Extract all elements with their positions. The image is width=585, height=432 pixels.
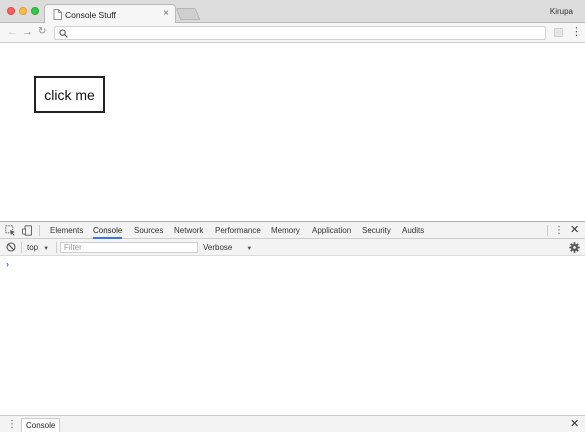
caret-down-icon: ▼: [43, 246, 50, 252]
devtools-panel: Elements Console Sources Network Perform…: [0, 221, 585, 432]
window-minimize-button[interactable]: [19, 7, 27, 15]
title-bar: Console Stuff × Kirupa: [0, 0, 585, 24]
tab-console[interactable]: Console: [93, 222, 123, 239]
tab-application[interactable]: Application: [312, 222, 351, 239]
address-bar[interactable]: [54, 26, 546, 40]
tab-security[interactable]: Security: [362, 222, 391, 239]
console-filter-input[interactable]: [60, 242, 198, 253]
tab-title: Console Stuff: [65, 10, 116, 20]
gear-icon[interactable]: [569, 242, 580, 253]
arrow-right-icon[interactable]: →: [22, 25, 33, 39]
console-prompt[interactable]: ›: [6, 259, 9, 269]
devtools-menu-icon[interactable]: ⋮: [554, 222, 564, 239]
tab-close-icon[interactable]: ×: [163, 8, 169, 19]
search-icon: [59, 29, 68, 38]
devtools-tab-bar: Elements Console Sources Network Perform…: [0, 222, 585, 239]
divider: [56, 242, 57, 253]
clear-console-icon[interactable]: [6, 242, 16, 252]
context-label: top: [27, 243, 39, 252]
console-toolbar: top ▼ Verbose ▼: [0, 239, 585, 256]
page-viewport: click me: [0, 43, 585, 221]
drawer-tab-console[interactable]: Console: [21, 418, 61, 432]
document-icon: [53, 9, 62, 20]
browser-tab[interactable]: Console Stuff ×: [44, 4, 176, 24]
console-output[interactable]: ›: [0, 256, 585, 415]
new-tab-button[interactable]: [175, 8, 201, 20]
device-toolbar-icon[interactable]: [22, 225, 33, 236]
click-me-button[interactable]: click me: [34, 76, 105, 113]
window-close-button[interactable]: [7, 7, 15, 15]
tab-network[interactable]: Network: [174, 222, 203, 239]
drawer-menu-icon[interactable]: ⋮: [7, 416, 17, 432]
vertical-dots-icon[interactable]: ⋮: [571, 25, 582, 39]
tab-memory[interactable]: Memory: [271, 222, 300, 239]
extension-icon[interactable]: [554, 28, 563, 37]
arrow-left-icon[interactable]: ←: [7, 25, 18, 39]
divider: [547, 225, 548, 236]
tab-elements[interactable]: Elements: [50, 222, 83, 239]
drawer-close-icon[interactable]: ✕: [570, 416, 579, 432]
tab-sources[interactable]: Sources: [134, 222, 163, 239]
tab-audits[interactable]: Audits: [402, 222, 424, 239]
window-maximize-button[interactable]: [31, 7, 39, 15]
reload-icon[interactable]: ↻: [38, 25, 46, 39]
log-level-label: Verbose: [203, 243, 233, 252]
inspect-element-icon[interactable]: [5, 225, 16, 236]
browser-toolbar: ← → ↻ ⋮: [0, 23, 585, 43]
caret-down-icon: ▼: [246, 246, 253, 252]
tab-performance[interactable]: Performance: [215, 222, 261, 239]
divider: [39, 225, 40, 236]
devtools-close-icon[interactable]: ✕: [570, 222, 579, 239]
divider: [21, 242, 22, 253]
profile-name[interactable]: Kirupa: [550, 7, 573, 16]
devtools-drawer: ⋮ Console ✕: [0, 415, 585, 432]
